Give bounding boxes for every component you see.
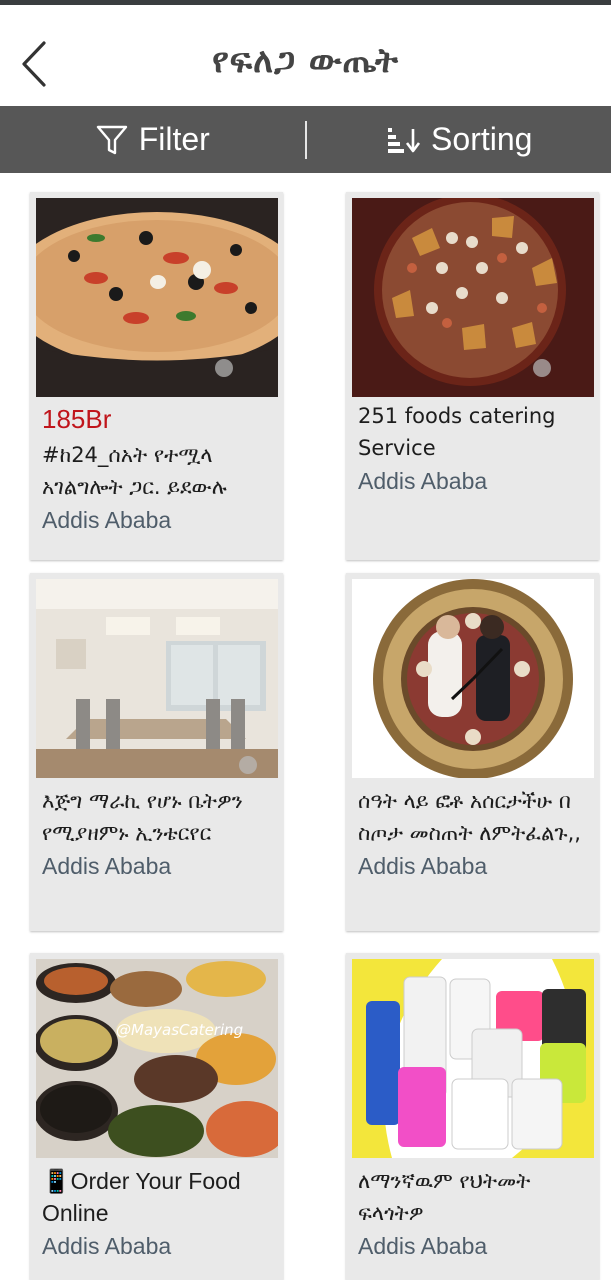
listing-title: እጅግ ማራኪ የሆኑ ቤትዎን የሚያዘምኑ ኢንቴርየር xyxy=(42,789,243,845)
filter-icon xyxy=(96,125,127,154)
listing-card[interactable]: 185Br #ከ24_ሰአት የተሟላ አገልግሎት ጋር. ይደውሉ Addi… xyxy=(30,192,283,560)
listing-title: ሰዓት ላይ ፎቶ አሰርታችሁ በ ስጦታ መስጠት ለምትፈልጉ,, xyxy=(358,789,581,845)
listing-card[interactable]: እጅግ ማራኪ የሆኑ ቤትዎን የሚያዘምኑ ኢንቴርየር Addis Aba… xyxy=(30,573,283,931)
listing-card[interactable]: @MayasCatering 📱Order Your Food Online A… xyxy=(30,953,283,1280)
listing-image-interior-dining xyxy=(36,579,278,778)
listing-location: Addis Ababa xyxy=(42,1233,172,1259)
filter-label: Filter xyxy=(138,121,210,157)
listing-title: #ከ24_ሰአት የተሟላ አገልግሎት ጋር. ይደውሉ xyxy=(42,443,227,499)
page-title: የፍለጋ ውጤት xyxy=(212,41,399,81)
listing-image-pizza xyxy=(36,198,278,397)
listing-location: Addis Ababa xyxy=(358,853,488,879)
listing-card[interactable]: ሰዓት ላይ ፎቶ አሰርታችሁ በ ስጦታ መስጠት ለምትፈልጉ,, Add… xyxy=(346,573,599,931)
listing-price: 185Br xyxy=(42,404,112,434)
listing-image-catering-platter xyxy=(352,198,594,397)
listing-location: Addis Ababa xyxy=(358,1233,488,1259)
listing-image-printed-uniforms xyxy=(352,959,594,1158)
listing-image-photo-clock xyxy=(352,579,594,778)
sorting-button[interactable]: Sorting xyxy=(307,106,611,173)
listing-title: 📱Order Your Food Online xyxy=(42,1168,241,1226)
app-header: የፍለጋ ውጤት xyxy=(0,5,611,105)
listing-title: 251 foods catering Service xyxy=(358,404,556,460)
listing-image-food-buffet: @MayasCatering xyxy=(36,959,278,1158)
listing-location: Addis Ababa xyxy=(358,468,488,494)
listing-card[interactable]: 251 foods catering Service Addis Ababa xyxy=(346,192,599,560)
sorting-label: Sorting xyxy=(431,121,533,157)
sort-icon xyxy=(388,127,421,153)
filter-button[interactable]: Filter xyxy=(0,106,305,173)
watermark-text: @MayasCatering xyxy=(116,1021,243,1039)
listing-card[interactable]: ለማንኛዉም የህትመት ፍላጎትዎ Addis Ababa xyxy=(346,953,599,1280)
listing-location: Addis Ababa xyxy=(42,853,172,879)
filter-sort-toolbar: Filter Sorting xyxy=(0,106,611,173)
listing-location: Addis Ababa xyxy=(42,507,172,533)
listing-title: ለማንኛዉም የህትመት ፍላጎትዎ xyxy=(358,1169,531,1225)
